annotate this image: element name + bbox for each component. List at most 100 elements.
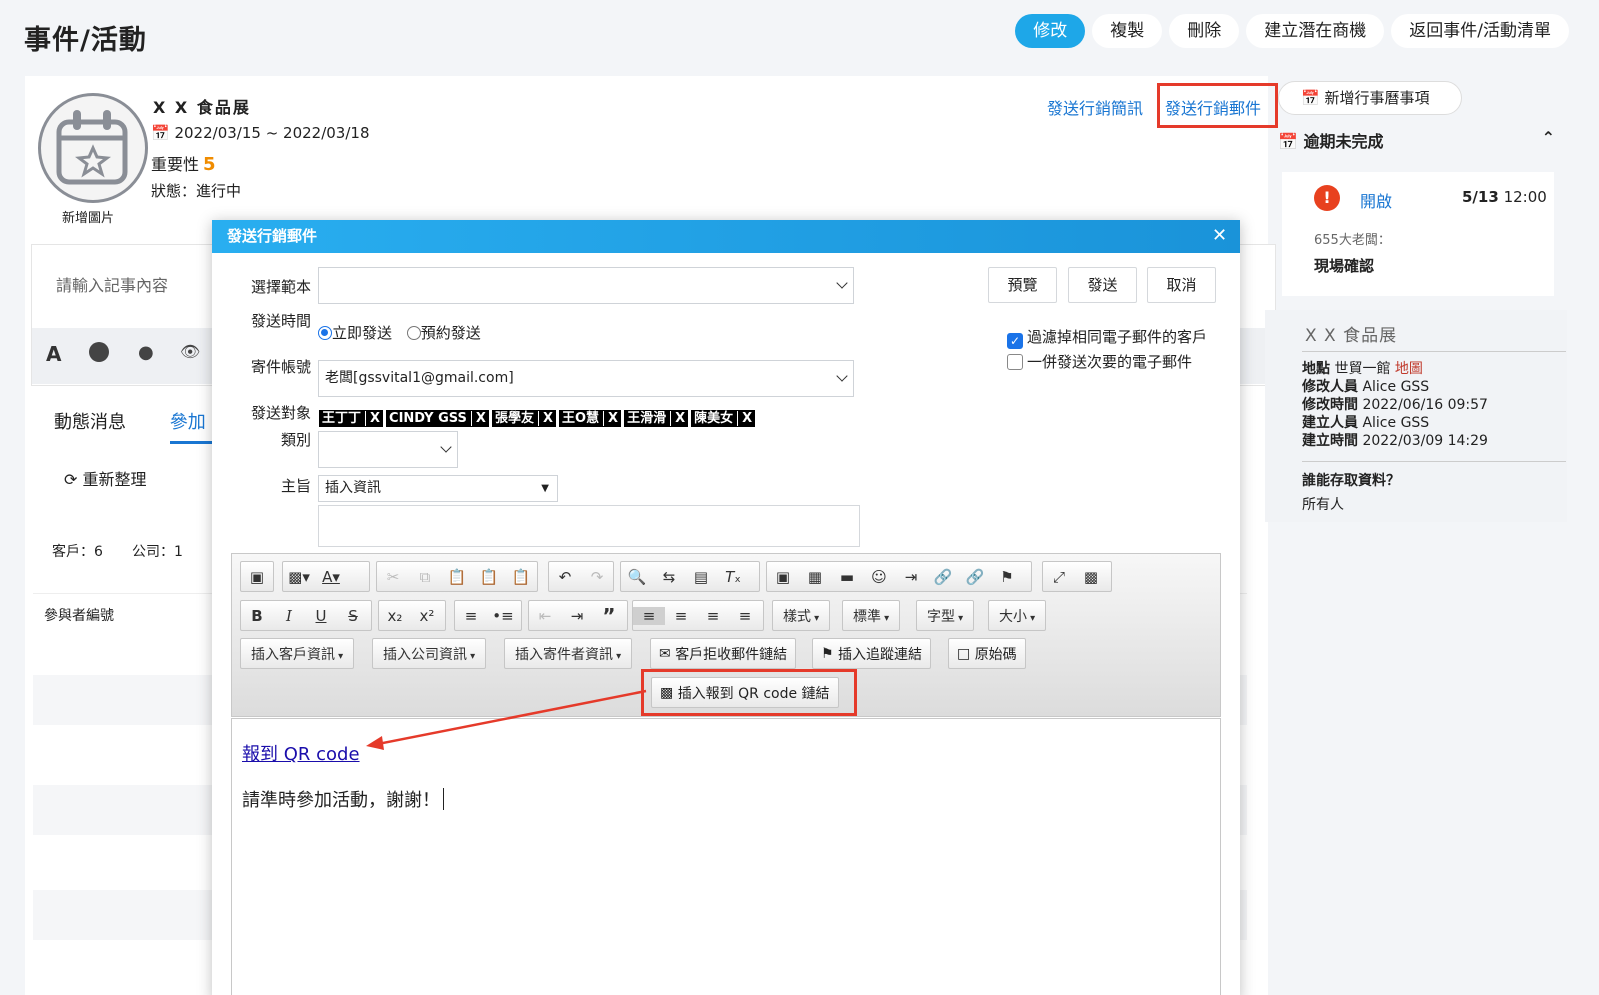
format-dropdown[interactable]: 標準 (842, 600, 901, 631)
insert-company-button[interactable]: 插入公司資訊 (372, 638, 487, 669)
smiley-icon[interactable]: ☺ (863, 568, 895, 586)
task-status[interactable]: 開啟 (1360, 188, 1392, 212)
paste-text-icon[interactable]: 📋 (473, 568, 505, 586)
recipient-tag[interactable]: 王滑滑 X (624, 410, 689, 427)
image-icon[interactable]: ▣ (767, 568, 799, 586)
numbered-list-icon[interactable]: ≡ (455, 607, 487, 625)
size-dropdown[interactable]: 大小 (988, 600, 1047, 631)
font-label: 字型 (917, 606, 973, 626)
sender-account-select[interactable]: 老闆[gssvital1@gmail.com] (318, 360, 854, 397)
maximize-icon[interactable]: ⤢ (1043, 568, 1075, 586)
font-dropdown[interactable]: 字型 (916, 600, 975, 631)
remove-recipient-button[interactable]: X (670, 411, 686, 426)
recipient-tag[interactable]: 張學友 X (491, 410, 556, 427)
italic-icon[interactable]: I (273, 607, 305, 625)
remove-recipient-button[interactable]: X (365, 411, 381, 426)
indent-icon[interactable]: ⇥ (561, 607, 593, 625)
subscript-icon[interactable]: x₂ (379, 607, 411, 625)
undo-icon[interactable]: ↶ (549, 568, 581, 586)
table-icon[interactable]: ▦ (799, 568, 831, 586)
unsubscribe-link-button[interactable]: ✉ 客戶拒收郵件鏈結 (650, 638, 797, 669)
recipient-tag[interactable]: CINDY GSS X (386, 410, 489, 427)
category-select[interactable] (318, 431, 458, 468)
bold-icon[interactable]: B (241, 607, 273, 625)
remove-recipient-button[interactable]: X (737, 411, 753, 426)
schedule-send-radio[interactable]: 預約發送 (406, 324, 481, 342)
outdent-icon[interactable]: ⇤ (529, 607, 561, 625)
paste-word-icon[interactable]: 📋 (505, 568, 537, 586)
delete-button[interactable]: 刪除 (1169, 14, 1240, 48)
visibility-icon[interactable]: 👁 (180, 342, 200, 361)
remove-recipient-button[interactable]: X (470, 411, 486, 426)
insert-info-select[interactable]: 插入資訊 ▼ (318, 475, 558, 502)
clock-icon[interactable] (89, 342, 109, 362)
blockquote-icon[interactable]: ” (593, 604, 625, 628)
source-button[interactable]: □ 原始碼 (948, 638, 1026, 669)
email-body-editor[interactable] (231, 718, 1221, 995)
add-image-label[interactable]: 新增圖片 (62, 207, 114, 226)
copy-icon[interactable]: ⧉ (409, 568, 441, 586)
filter-duplicates-checkbox[interactable]: ✓ 過濾掉相同電子郵件的客戶 (1007, 326, 1207, 349)
redo-icon[interactable]: ↷ (581, 568, 613, 586)
background-color-icon[interactable]: ▩▾ (283, 568, 315, 586)
align-left-icon[interactable]: ≡ (633, 606, 665, 625)
map-link[interactable]: 地圖 (1395, 361, 1423, 377)
underline-icon[interactable]: U (305, 607, 337, 625)
show-blocks-icon[interactable]: ▩ (1075, 568, 1107, 586)
overdue-header[interactable]: 📅 逾期未完成 ⌃ (1278, 128, 1555, 152)
tab-news[interactable]: 動態消息 (54, 412, 126, 433)
anchor-flag-icon[interactable]: ⚑ (991, 568, 1023, 586)
recipient-tag[interactable]: 陳美女 X (691, 410, 756, 427)
insert-customer-button[interactable]: 插入客戶資訊 (240, 638, 355, 669)
template-select[interactable] (318, 267, 854, 304)
flag-icon: ⚑ (821, 645, 834, 662)
link-icon[interactable]: 🔗 (927, 568, 959, 586)
edit-button[interactable]: 修改 (1015, 14, 1086, 48)
insert-qr-link-button[interactable]: ▩ 插入報到 QR code 鏈結 (651, 677, 839, 708)
strikethrough-icon[interactable]: S (337, 607, 369, 625)
align-right-icon[interactable]: ≡ (697, 607, 729, 625)
select-all-icon[interactable]: ▤ (685, 568, 717, 586)
copy-button[interactable]: 複製 (1092, 14, 1163, 48)
send-now-radio[interactable]: 立即發送 (318, 324, 392, 342)
recipient-tag[interactable]: 王O慧 X (558, 410, 622, 427)
remove-recipient-button[interactable]: X (537, 411, 553, 426)
send-sms-link[interactable]: 發送行銷簡訊 (1047, 95, 1143, 119)
unlink-icon[interactable]: 🔗 (959, 568, 991, 586)
send-secondary-checkbox[interactable]: 一併發送次要的電子郵件 (1007, 351, 1192, 372)
align-center-icon[interactable]: ≡ (665, 607, 697, 625)
replace-icon[interactable]: ⇆ (653, 568, 685, 586)
refresh-button[interactable]: ⟳ 重新整理 (64, 466, 147, 490)
text-color-icon[interactable]: A▾ (315, 568, 347, 586)
add-calendar-button[interactable]: 📅 新增行事曆事項 (1278, 81, 1462, 115)
create-opportunity-button[interactable]: 建立潛在商機 (1246, 14, 1385, 48)
remove-recipient-button[interactable]: X (603, 411, 619, 426)
styles-dropdown[interactable]: 樣式 (772, 600, 831, 631)
indent-icon[interactable]: ⇥ (895, 568, 927, 586)
paste-icon[interactable]: 📋 (441, 568, 473, 586)
event-image-placeholder[interactable] (38, 93, 148, 203)
qr-code-link[interactable]: 報到 QR code (242, 740, 360, 766)
back-to-list-button[interactable]: 返回事件/活動清單 (1391, 14, 1569, 48)
close-icon[interactable]: ✕ (1212, 225, 1227, 246)
subject-input[interactable] (318, 505, 860, 547)
send-email-link[interactable]: 發送行銷郵件 (1165, 95, 1261, 119)
chevron-up-icon[interactable]: ⌃ (1542, 128, 1555, 147)
preview-button[interactable]: 預覽 (988, 267, 1057, 303)
cut-icon[interactable]: ✂ (377, 568, 409, 586)
location-icon[interactable]: ● (138, 342, 154, 363)
horizontal-line-icon[interactable]: ▬ (831, 568, 863, 586)
color-tool-group: ▩▾ A▾ (282, 561, 370, 592)
find-icon[interactable]: 🔍 (621, 568, 653, 586)
insert-sender-button[interactable]: 插入寄件者資訊 (504, 638, 633, 669)
tracking-link-button[interactable]: ⚑ 插入追蹤連結 (812, 638, 932, 669)
font-icon[interactable]: A (46, 342, 61, 366)
cancel-button[interactable]: 取消 (1147, 267, 1216, 303)
remove-format-icon[interactable]: Tₓ (717, 568, 749, 586)
preview-icon[interactable]: ▣ (241, 568, 273, 586)
recipient-tag[interactable]: 王丁丁 X (319, 410, 384, 427)
superscript-icon[interactable]: x² (411, 607, 443, 625)
align-justify-icon[interactable]: ≡ (729, 607, 761, 625)
send-button[interactable]: 發送 (1068, 267, 1137, 303)
bulleted-list-icon[interactable]: •≡ (487, 607, 519, 625)
